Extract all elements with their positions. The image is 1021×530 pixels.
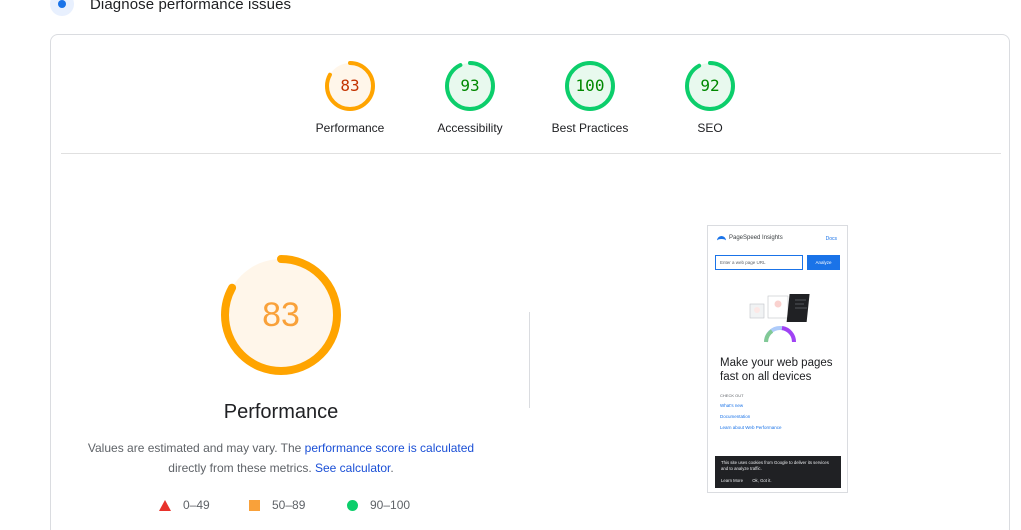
gauge-performance[interactable]: 83 Performance	[290, 61, 410, 135]
triangle-icon	[159, 499, 171, 511]
gauge-score: 83	[340, 76, 360, 95]
performance-gauge-large: 83	[221, 255, 341, 375]
square-icon	[249, 499, 260, 511]
divider	[61, 153, 1001, 154]
section-title: Diagnose performance issues	[90, 0, 292, 13]
thumb-link: What's new	[720, 403, 744, 408]
thumb-cookie-learn: Learn More	[721, 478, 743, 483]
gauge-ring: 83	[325, 61, 375, 111]
performance-score-link[interactable]: performance score is calculated	[305, 441, 474, 455]
gauge-ring: 100	[565, 61, 615, 111]
gauge-label: SEO	[697, 121, 723, 135]
gauge-seo[interactable]: 92 SEO	[650, 61, 770, 135]
illustration-icon	[749, 294, 810, 343]
thumb-docs-link: Docs	[825, 236, 837, 242]
thumb-cookie-text: This site uses cookies from Google to de…	[721, 460, 829, 471]
gauge-label: Best Practices	[551, 121, 629, 135]
pagespeed-logo-icon	[717, 236, 726, 243]
thumb-brand: PageSpeed Insights	[729, 235, 783, 241]
gauge-ring: 93	[445, 61, 495, 111]
see-calculator-link[interactable]: See calculator	[315, 461, 390, 475]
gauge-score: 92	[700, 76, 720, 95]
performance-description: Values are estimated and may vary. The p…	[87, 441, 475, 475]
legend-fail: 0–49	[159, 497, 210, 513]
gauge-best-practices[interactable]: 100 Best Practices	[530, 61, 650, 135]
thumb-analyze-button: Analyze	[807, 255, 840, 270]
gauge-score: 100	[575, 76, 605, 95]
page-screenshot-thumbnail: PageSpeed Insights Docs Enter a web page…	[707, 225, 848, 493]
performance-title: Performance	[223, 401, 339, 423]
thumb-check-out: CHECK OUT	[720, 393, 744, 398]
circle-icon	[347, 499, 358, 511]
legend-average: 50–89	[249, 497, 305, 513]
thumb-cookie-ok: Ok, Got it.	[752, 478, 772, 483]
legend-pass: 90–100	[347, 497, 410, 513]
thumb-cookie-banner: This site uses cookies from Google to de…	[715, 456, 841, 488]
thumb-url-input: Enter a web page URL	[715, 255, 803, 270]
performance-score-large: 83	[262, 296, 300, 334]
vertical-divider	[529, 312, 530, 408]
section-icon	[50, 0, 74, 16]
thumb-headline: Make your web pages fast on all devices	[720, 357, 833, 383]
gauge-score: 93	[460, 76, 480, 95]
gauge-accessibility[interactable]: 93 Accessibility	[410, 61, 530, 135]
report-card: 83 Performance 93 Accessibility 100 Best…	[50, 34, 1010, 530]
gauge-ring: 92	[685, 61, 735, 111]
thumb-link: Documentation	[720, 414, 751, 419]
gauge-label: Performance	[315, 121, 385, 135]
thumb-link: Learn about Web Performance	[720, 425, 782, 430]
gauge-label: Accessibility	[437, 121, 503, 135]
